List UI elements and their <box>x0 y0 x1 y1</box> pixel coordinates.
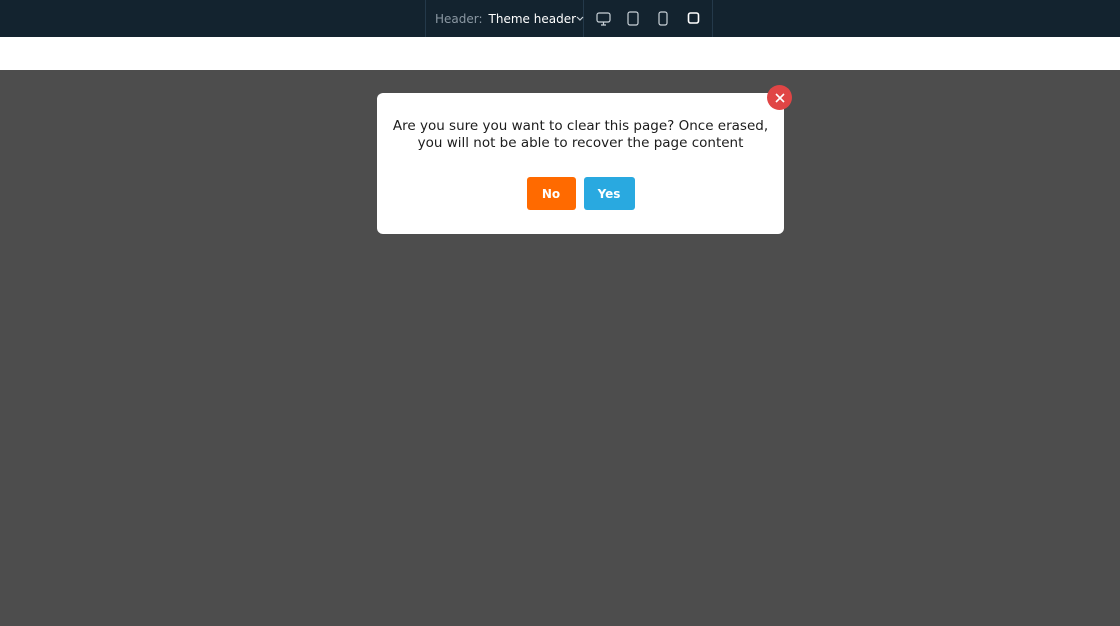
tablet-view-button[interactable] <box>620 6 646 32</box>
header-select-label: Header: <box>435 11 483 26</box>
clear-page-dialog: Are you sure you want to clear this page… <box>377 93 784 234</box>
editor-topbar: Header: Theme header <box>0 0 1120 37</box>
header-select[interactable]: Header: Theme header <box>426 0 584 37</box>
topbar-controls: Header: Theme header <box>425 0 713 37</box>
custom-view-button[interactable] <box>680 6 706 32</box>
device-switcher <box>584 0 712 37</box>
dialog-message: Are you sure you want to clear this page… <box>392 118 769 151</box>
square-icon <box>687 12 700 25</box>
editor-subbar <box>0 37 1120 70</box>
no-button[interactable]: No <box>526 177 576 210</box>
dialog-actions: No Yes <box>377 177 784 210</box>
desktop-icon <box>595 11 611 26</box>
header-select-value: Theme header <box>488 11 577 26</box>
dialog-close-button[interactable] <box>767 85 792 110</box>
mobile-view-button[interactable] <box>650 6 676 32</box>
yes-button[interactable]: Yes <box>583 177 635 210</box>
mobile-icon <box>658 11 668 26</box>
close-icon <box>774 88 785 107</box>
desktop-view-button[interactable] <box>590 6 616 32</box>
tablet-icon <box>627 11 639 26</box>
chevron-down-icon <box>576 14 584 24</box>
